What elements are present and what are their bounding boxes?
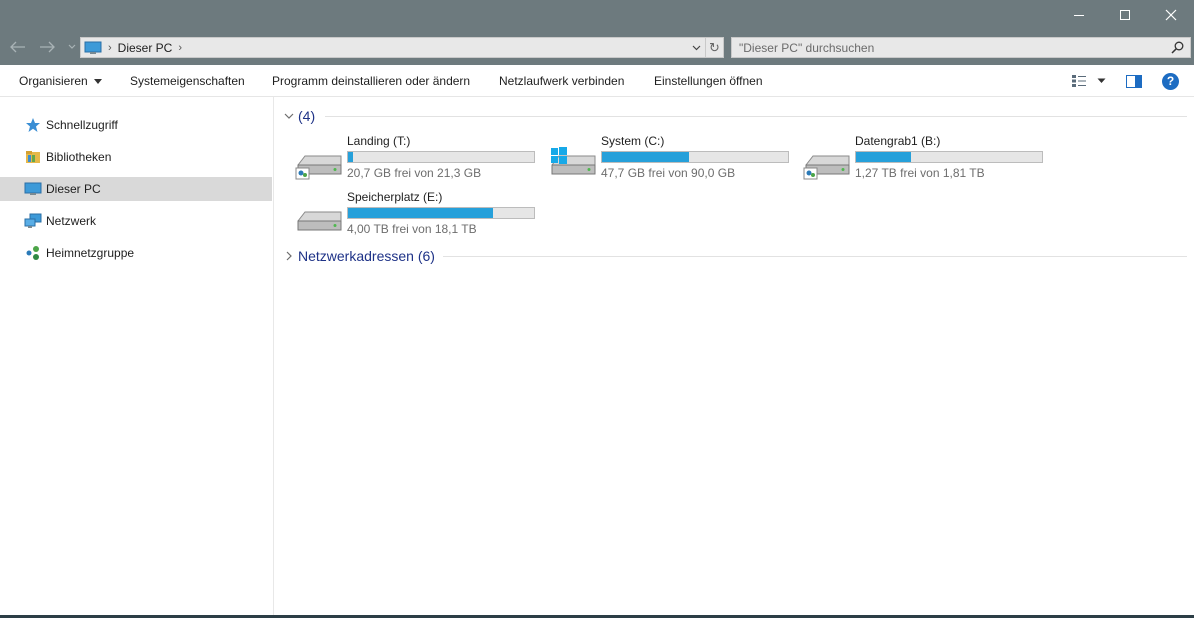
back-arrow-icon — [10, 41, 25, 53]
sidebar-item-label: Netzwerk — [46, 214, 97, 228]
uninstall-program-button[interactable]: Programm deinstallieren oder ändern — [272, 65, 470, 97]
organize-button[interactable]: Organisieren — [19, 65, 102, 97]
sidebar-item-label: Bibliotheken — [46, 150, 112, 164]
drive-system[interactable]: System (C:) 47,7 GB frei von 90,0 GB — [549, 134, 799, 186]
sidebar-item-this-pc[interactable]: Dieser PC — [0, 177, 272, 201]
address-bar[interactable]: › Dieser PC › ↻ — [80, 37, 724, 58]
search-icon[interactable] — [1171, 41, 1184, 54]
drive-name: Datengrab1 (B:) — [855, 134, 941, 148]
back-button[interactable] — [9, 38, 27, 56]
network-locations-group-header[interactable]: Netzwerkadressen (6) — [283, 245, 1187, 267]
drive-usage-bar — [855, 151, 1043, 163]
sidebar-item-quick-access[interactable]: Schnellzugriff — [0, 113, 272, 137]
chevron-down-icon — [283, 113, 295, 120]
drive-usage-bar — [347, 151, 535, 163]
address-dropdown-button[interactable] — [687, 38, 705, 57]
preview-pane-icon — [1126, 74, 1142, 88]
network-drive-icon — [803, 155, 850, 180]
network-drive-icon — [295, 155, 342, 180]
group-divider — [325, 116, 1187, 117]
drive-name: System (C:) — [601, 134, 665, 148]
drive-usage-fill — [856, 152, 912, 162]
drive-landing[interactable]: Landing (T:) 20,7 GB frei von 21,3 GB — [295, 134, 545, 186]
network-icon — [24, 213, 42, 229]
drive-usage-fill — [348, 208, 493, 218]
close-icon — [1165, 9, 1177, 21]
drive-name: Landing (T:) — [347, 134, 411, 148]
sidebar-item-libraries[interactable]: Bibliotheken — [0, 145, 272, 169]
drive-space-info: 20,7 GB frei von 21,3 GB — [347, 166, 482, 180]
drive-usage-fill — [602, 152, 690, 162]
preview-pane-button[interactable] — [1126, 65, 1142, 97]
view-options-button[interactable] — [1071, 65, 1087, 97]
maximize-icon — [1120, 10, 1130, 20]
help-icon: ? — [1162, 72, 1179, 90]
breadcrumb-separator: › — [108, 41, 112, 54]
drive-space-info: 1,27 TB frei von 1,81 TB — [855, 166, 985, 180]
sidebar-item-network[interactable]: Netzwerk — [0, 209, 272, 233]
sidebar-item-label: Dieser PC — [46, 182, 101, 196]
minimize-button[interactable] — [1056, 0, 1102, 30]
group-divider — [443, 256, 1187, 257]
computer-icon — [84, 41, 102, 54]
breadcrumb-dieser-pc[interactable]: Dieser PC — [118, 41, 173, 55]
organize-label: Organisieren — [19, 74, 88, 88]
search-box — [731, 37, 1191, 58]
drive-speicherplatz[interactable]: Speicherplatz (E:) 4,00 TB frei von 18,1… — [295, 190, 545, 242]
refresh-button[interactable]: ↻ — [705, 38, 723, 57]
computer-icon — [24, 181, 42, 197]
hard-drive-icon — [297, 211, 342, 231]
forward-arrow-icon — [40, 41, 55, 53]
caret-down-icon — [93, 79, 102, 85]
drive-usage-bar — [601, 151, 789, 163]
library-icon — [24, 149, 42, 165]
minimize-icon — [1074, 15, 1084, 16]
chevron-down-icon — [692, 45, 700, 50]
forward-button[interactable] — [38, 38, 56, 56]
drive-datengrab1[interactable]: Datengrab1 (B:) 1,27 TB frei von 1,81 TB — [803, 134, 1053, 186]
drive-usage-bar — [347, 207, 535, 219]
maximize-button[interactable] — [1102, 0, 1148, 30]
window-controls — [1056, 0, 1194, 30]
refresh-icon: ↻ — [709, 39, 720, 55]
drive-usage-fill — [348, 152, 354, 162]
map-network-drive-button[interactable]: Netzlaufwerk verbinden — [499, 65, 624, 97]
search-input[interactable] — [732, 38, 1162, 57]
drive-space-info: 4,00 TB frei von 18,1 TB — [347, 222, 477, 236]
sidebar-item-label: Schnellzugriff — [46, 118, 118, 132]
chevron-down-icon — [68, 44, 76, 49]
open-settings-button[interactable]: Einstellungen öffnen — [654, 65, 763, 97]
drive-name: Speicherplatz (E:) — [347, 190, 443, 204]
drive-space-info: 47,7 GB frei von 90,0 GB — [601, 166, 736, 180]
caret-down-icon — [1097, 78, 1106, 83]
sidebar-item-homegroup[interactable]: Heimnetzgruppe — [0, 241, 272, 265]
windows-drive-icon — [551, 147, 596, 175]
drives-group-header[interactable]: (4) — [283, 105, 1187, 127]
title-bar: › Dieser PC › ↻ — [0, 0, 1194, 65]
navigation-pane: Schnellzugriff Bibliotheken Dieser PC Ne… — [0, 97, 274, 615]
network-locations-group-title: Netzwerkadressen (6) — [298, 248, 435, 264]
star-icon — [24, 117, 42, 133]
breadcrumb-separator[interactable]: › — [178, 42, 182, 54]
help-button[interactable]: ? — [1162, 65, 1179, 97]
details-view-icon — [1072, 75, 1086, 87]
recent-locations-button[interactable] — [66, 38, 78, 56]
close-button[interactable] — [1148, 0, 1194, 30]
sidebar-item-label: Heimnetzgruppe — [46, 246, 135, 260]
system-properties-button[interactable]: Systemeigenschaften — [130, 65, 245, 97]
homegroup-icon — [24, 245, 42, 261]
view-options-dropdown[interactable] — [1097, 65, 1106, 97]
chevron-right-icon — [283, 251, 295, 261]
command-bar: Organisieren Systemeigenschaften Program… — [0, 65, 1194, 97]
drives-group-title: (4) — [298, 108, 316, 124]
